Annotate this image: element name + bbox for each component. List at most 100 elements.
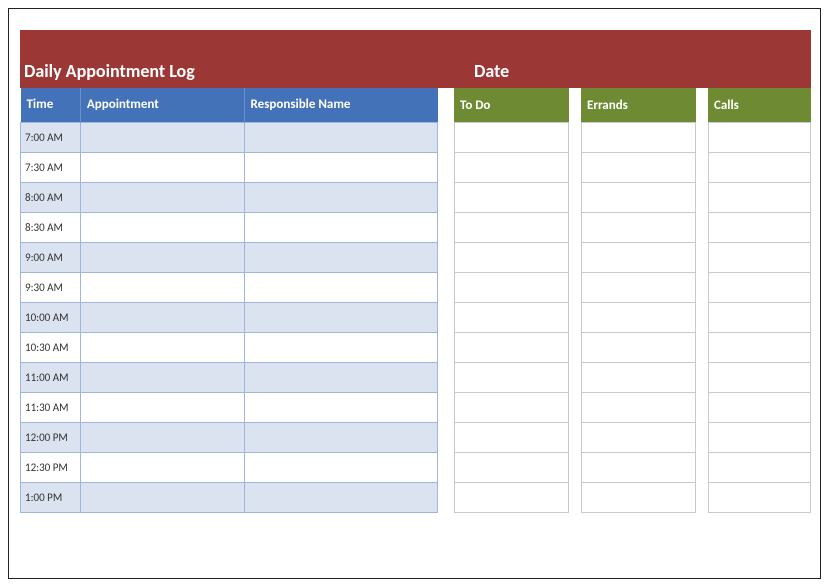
responsible-cell[interactable] (244, 242, 437, 272)
list-item (582, 423, 696, 453)
errands-cell[interactable] (582, 303, 696, 333)
errands-cell[interactable] (582, 183, 696, 213)
calls-cell[interactable] (709, 123, 811, 153)
appointment-cell[interactable] (80, 242, 244, 272)
list-item (455, 243, 569, 273)
responsible-cell[interactable] (244, 422, 437, 452)
appointment-cell[interactable] (80, 212, 244, 242)
time-cell[interactable]: 8:30 AM (21, 212, 81, 242)
errands-cell[interactable] (582, 363, 696, 393)
table-row: 1:00 PM (21, 482, 438, 512)
list-item (455, 363, 569, 393)
time-cell[interactable]: 10:30 AM (21, 332, 81, 362)
time-cell[interactable]: 12:00 PM (21, 422, 81, 452)
time-cell[interactable]: 7:00 AM (21, 122, 81, 152)
errands-cell[interactable] (582, 393, 696, 423)
errands-cell[interactable] (582, 273, 696, 303)
calls-cell[interactable] (709, 393, 811, 423)
errands-cell[interactable] (582, 123, 696, 153)
todo-cell[interactable] (455, 303, 569, 333)
list-item (709, 363, 811, 393)
calls-header: Calls (708, 88, 811, 122)
errands-cell[interactable] (582, 243, 696, 273)
appointment-cell[interactable] (80, 392, 244, 422)
table-row: 12:30 PM (21, 452, 438, 482)
errands-cell[interactable] (582, 213, 696, 243)
responsible-cell[interactable] (244, 452, 437, 482)
responsible-cell[interactable] (244, 122, 437, 152)
calls-cell[interactable] (709, 363, 811, 393)
time-cell[interactable]: 10:00 AM (21, 302, 81, 332)
todo-cell[interactable] (455, 453, 569, 483)
appointment-cell[interactable] (80, 152, 244, 182)
todo-cell[interactable] (455, 393, 569, 423)
table-row: 9:00 AM (21, 242, 438, 272)
table-row: 12:00 PM (21, 422, 438, 452)
list-item (582, 243, 696, 273)
errands-cell[interactable] (582, 333, 696, 363)
calls-cell[interactable] (709, 453, 811, 483)
responsible-cell[interactable] (244, 362, 437, 392)
time-cell[interactable]: 1:00 PM (21, 482, 81, 512)
todo-cell[interactable] (455, 333, 569, 363)
todo-cell[interactable] (455, 183, 569, 213)
responsible-cell[interactable] (244, 482, 437, 512)
appointment-cell[interactable] (80, 122, 244, 152)
time-cell[interactable]: 11:00 AM (21, 362, 81, 392)
time-cell[interactable]: 9:00 AM (21, 242, 81, 272)
responsible-cell[interactable] (244, 182, 437, 212)
list-item (709, 453, 811, 483)
errands-column: Errands (581, 88, 696, 513)
appointment-cell[interactable] (80, 482, 244, 512)
responsible-cell[interactable] (244, 332, 437, 362)
list-item (455, 423, 569, 453)
todo-cell[interactable] (455, 363, 569, 393)
calls-cell[interactable] (709, 273, 811, 303)
todo-cell[interactable] (455, 483, 569, 513)
responsible-cell[interactable] (244, 392, 437, 422)
appointment-cell[interactable] (80, 452, 244, 482)
appointment-cell[interactable] (80, 422, 244, 452)
responsible-cell[interactable] (244, 212, 437, 242)
list-item (455, 333, 569, 363)
time-cell[interactable]: 8:00 AM (21, 182, 81, 212)
calls-cell[interactable] (709, 423, 811, 453)
appointment-cell[interactable] (80, 272, 244, 302)
errands-cell[interactable] (582, 423, 696, 453)
todo-cell[interactable] (455, 153, 569, 183)
todo-header: To Do (454, 88, 569, 122)
responsible-cell[interactable] (244, 272, 437, 302)
list-item (582, 123, 696, 153)
todo-cell[interactable] (455, 213, 569, 243)
calls-cell[interactable] (709, 243, 811, 273)
table-row: 9:30 AM (21, 272, 438, 302)
todo-cell[interactable] (455, 273, 569, 303)
calls-cell[interactable] (709, 213, 811, 243)
list-item (582, 363, 696, 393)
list-item (709, 483, 811, 513)
time-cell[interactable]: 9:30 AM (21, 272, 81, 302)
time-cell[interactable]: 12:30 PM (21, 452, 81, 482)
calls-cell[interactable] (709, 183, 811, 213)
todo-cell[interactable] (455, 123, 569, 153)
errands-cell[interactable] (582, 483, 696, 513)
errands-cell[interactable] (582, 153, 696, 183)
appointment-cell[interactable] (80, 302, 244, 332)
appointment-cell[interactable] (80, 362, 244, 392)
appointment-cell[interactable] (80, 182, 244, 212)
time-cell[interactable]: 7:30 AM (21, 152, 81, 182)
time-cell[interactable]: 11:30 AM (21, 392, 81, 422)
list-item (709, 153, 811, 183)
errands-cell[interactable] (582, 453, 696, 483)
calls-cell[interactable] (709, 483, 811, 513)
responsible-cell[interactable] (244, 302, 437, 332)
calls-cell[interactable] (709, 303, 811, 333)
calls-cell[interactable] (709, 153, 811, 183)
calls-cell[interactable] (709, 333, 811, 363)
appointment-cell[interactable] (80, 332, 244, 362)
table-row: 11:00 AM (21, 362, 438, 392)
responsible-cell[interactable] (244, 152, 437, 182)
todo-cell[interactable] (455, 243, 569, 273)
todo-column: To Do (454, 88, 569, 513)
todo-cell[interactable] (455, 423, 569, 453)
